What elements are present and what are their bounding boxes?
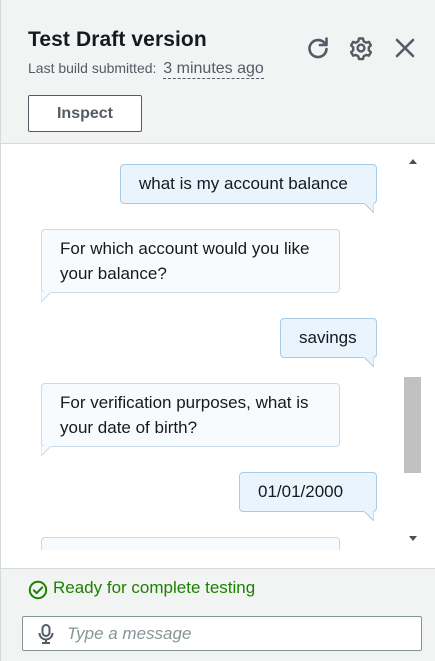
user-message: savings xyxy=(280,318,377,358)
check-circle-icon xyxy=(28,580,48,600)
message-box[interactable] xyxy=(22,616,422,651)
panel-header: Test Draft version Last build submitted:… xyxy=(1,0,435,144)
chat-transcript[interactable]: what is my account balance For which acc… xyxy=(1,145,401,550)
settings-icon[interactable] xyxy=(348,35,374,61)
chat-scrollbar[interactable] xyxy=(401,145,425,550)
bot-bubble-tail xyxy=(41,446,51,456)
bot-bubble-tail xyxy=(41,292,51,302)
panel-title: Test Draft version xyxy=(28,28,207,51)
scroll-down-arrow-icon[interactable] xyxy=(401,529,425,549)
microphone-icon[interactable] xyxy=(37,624,55,644)
panel-footer: Ready for complete testing xyxy=(1,568,435,661)
scrollbar-thumb[interactable] xyxy=(404,377,421,473)
user-bubble-tail xyxy=(364,357,374,367)
status-text: Ready for complete testing xyxy=(53,578,256,597)
build-time[interactable]: 3 minutes ago xyxy=(163,60,264,79)
refresh-icon[interactable] xyxy=(305,35,331,61)
message-input[interactable] xyxy=(67,618,407,649)
build-status: Last build submitted: 3 minutes ago xyxy=(28,60,264,79)
scroll-up-arrow-icon[interactable] xyxy=(401,151,425,171)
close-icon[interactable] xyxy=(392,35,418,61)
user-message: what is my account balance xyxy=(120,164,377,204)
build-label: Last build submitted: xyxy=(28,60,157,76)
bot-message: For which account would you like your ba… xyxy=(41,229,340,293)
bot-message: Thank you. The balance... xyxy=(41,537,340,550)
user-bubble-tail xyxy=(364,203,374,213)
user-bubble-tail xyxy=(364,511,374,521)
user-message: 01/01/2000 xyxy=(239,472,377,512)
test-bot-panel: Test Draft version Last build submitted:… xyxy=(0,0,435,661)
inspect-button[interactable]: Inspect xyxy=(28,95,142,132)
bot-message: For verification purposes, what is your … xyxy=(41,383,340,447)
